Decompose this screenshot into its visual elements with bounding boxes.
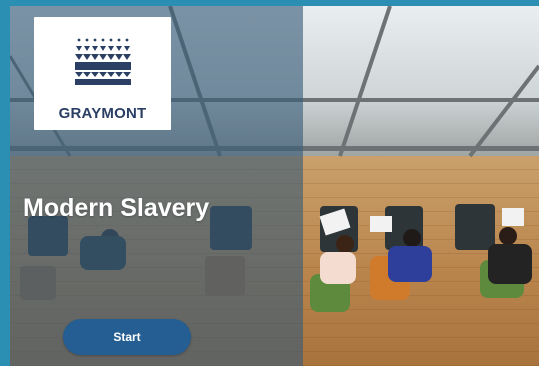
course-title: Modern Slavery [23,194,210,222]
graymont-logo-icon [75,38,131,85]
course-frame: GRAYMONT Modern Slavery Start [0,0,539,366]
start-button[interactable]: Start [63,319,191,355]
course-title-slide: GRAYMONT Modern Slavery Start [10,6,539,366]
graymont-logo-text: GRAYMONT [58,105,147,122]
graymont-logo: GRAYMONT [34,17,171,130]
